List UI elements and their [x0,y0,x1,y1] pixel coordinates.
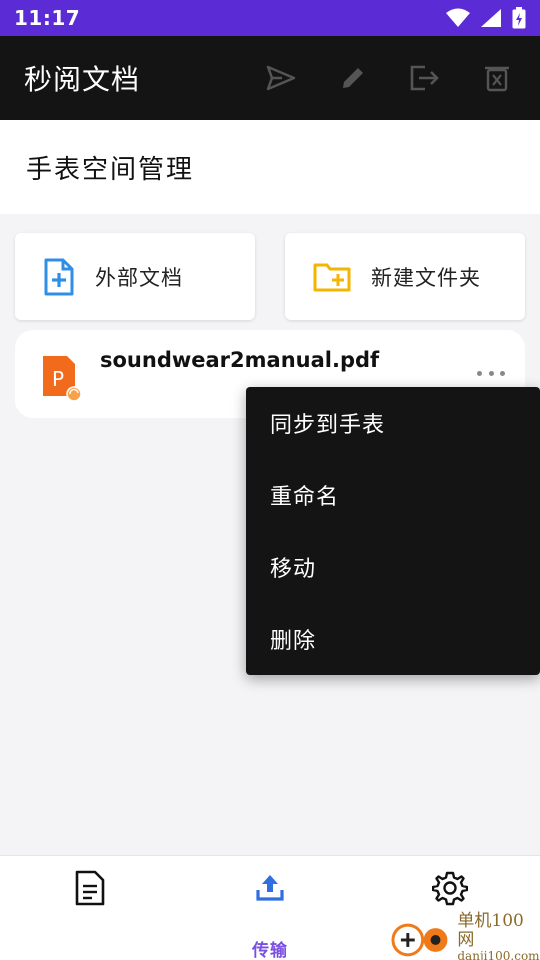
battery-icon [512,7,526,29]
app-bar: 秒阅文档 [0,36,540,120]
menu-item-move[interactable]: 移动 [246,531,540,603]
watermark-main: 单机100网 [457,911,524,950]
section-title: 手表空间管理 [26,154,195,185]
new-folder-label: 新建文件夹 [371,265,481,290]
exit-icon [410,65,439,91]
menu-item-rename[interactable]: 重命名 [246,459,540,531]
new-folder-card[interactable]: 新建文件夹 [285,233,525,320]
edit-icon [343,68,363,88]
section-header: 手表空间管理 [0,120,540,214]
dot [488,370,494,376]
menu-item-delete[interactable]: 删除 [246,603,540,675]
nav-transfer-label: 传输 [252,941,288,960]
watermark-logo-icon [391,923,448,956]
add-folder-icon [313,263,351,291]
wifi-icon [446,8,470,27]
ppt-file-icon: P [43,356,81,402]
upload-icon [256,875,284,901]
status-time: 11:17 [14,6,81,30]
file-name: soundwear2manual.pdf [100,348,380,372]
external-document-card[interactable]: 外部文档 [15,233,255,320]
more-options-button[interactable] [477,366,505,380]
delete-button[interactable] [478,59,516,97]
nav-transfer[interactable]: 传输 [180,856,360,960]
status-bar: 11:17 [0,0,540,36]
send-icon [266,65,296,91]
dot [477,370,482,376]
delete-icon [485,66,509,92]
status-icons [446,7,526,29]
external-document-label: 外部文档 [95,265,183,290]
menu-item-sync-to-watch[interactable]: 同步到手表 [246,387,540,459]
app-title: 秒阅文档 [24,63,141,96]
dot [500,370,505,376]
settings-icon [432,871,468,906]
svg-text:P: P [52,367,64,391]
context-menu: 同步到手表 重命名 移动 删除 [246,387,540,675]
exit-button[interactable] [406,59,444,97]
app-actions [262,59,516,97]
watermark-sub: danji100.com [457,948,540,960]
watermark: 单机100网 danji100.com [390,911,540,960]
nav-documents[interactable] [0,856,180,960]
document-icon [75,870,105,906]
edit-button[interactable] [334,59,372,97]
signal-icon [481,9,501,27]
add-document-icon [44,258,74,295]
send-button[interactable] [262,59,300,97]
